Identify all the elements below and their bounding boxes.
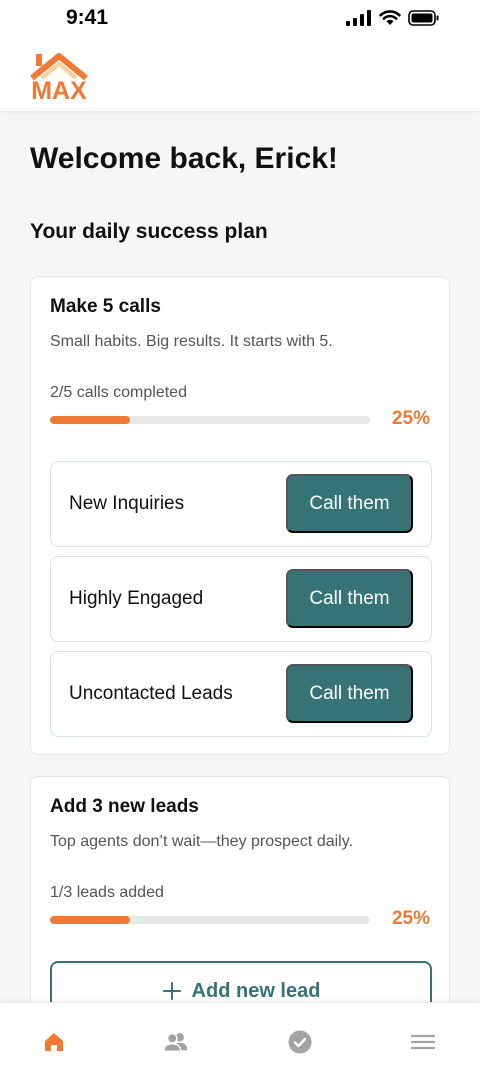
check-circle-icon: [288, 1030, 312, 1054]
progress-fill: [50, 416, 130, 424]
signal-icon: [346, 10, 371, 26]
logo-text: MAX: [31, 77, 87, 105]
bottom-nav: [0, 1002, 480, 1074]
nav-home[interactable]: [41, 1029, 67, 1055]
card-title: Add 3 new leads: [50, 796, 199, 817]
plus-icon: [162, 982, 181, 1000]
nav-menu[interactable]: [410, 1029, 436, 1055]
menu-icon: [411, 1034, 435, 1050]
progress-bar: [50, 916, 370, 924]
add-new-lead-label: Add new lead: [191, 979, 321, 1002]
status-time: 9:41: [66, 6, 109, 29]
card-subtitle: Top agents don’t wait—they prospect dail…: [50, 833, 353, 850]
card-title: Make 5 calls: [50, 296, 161, 317]
call-row-new-inquiries: New Inquiries Call them: [50, 461, 432, 547]
battery-icon: [408, 10, 439, 26]
welcome-heading: Welcome back, Erick!: [30, 142, 338, 175]
call-row-label: Uncontacted Leads: [69, 683, 233, 704]
app-header: MAX: [0, 44, 480, 112]
progress-label: 2/5 calls completed: [50, 384, 187, 401]
call-them-button[interactable]: Call them: [286, 569, 413, 628]
wifi-icon: [379, 10, 401, 25]
max-logo[interactable]: MAX: [28, 50, 90, 105]
progress-bar: [50, 416, 370, 424]
home-icon: [45, 1033, 63, 1051]
status-bar: 9:41: [0, 0, 480, 44]
call-row-highly-engaged: Highly Engaged Call them: [50, 556, 432, 642]
calls-card: Make 5 calls Small habits. Big results. …: [30, 276, 450, 755]
section-title: Your daily success plan: [30, 220, 268, 243]
progress-fill: [50, 916, 130, 924]
call-them-button[interactable]: Call them: [286, 474, 413, 533]
progress-percent: 25%: [391, 908, 430, 929]
progress-label: 1/3 leads added: [50, 884, 164, 901]
nav-contacts[interactable]: [163, 1029, 189, 1055]
call-row-label: New Inquiries: [69, 493, 185, 514]
status-icons: [346, 10, 440, 26]
progress-percent: 25%: [391, 408, 430, 429]
contacts-icon: [163, 1032, 188, 1052]
nav-tasks[interactable]: [287, 1029, 313, 1055]
call-row-label: Highly Engaged: [69, 588, 204, 609]
call-them-button[interactable]: Call them: [286, 664, 413, 723]
call-row-uncontacted-leads: Uncontacted Leads Call them: [50, 651, 432, 737]
card-subtitle: Small habits. Big results. It starts wit…: [50, 333, 333, 350]
